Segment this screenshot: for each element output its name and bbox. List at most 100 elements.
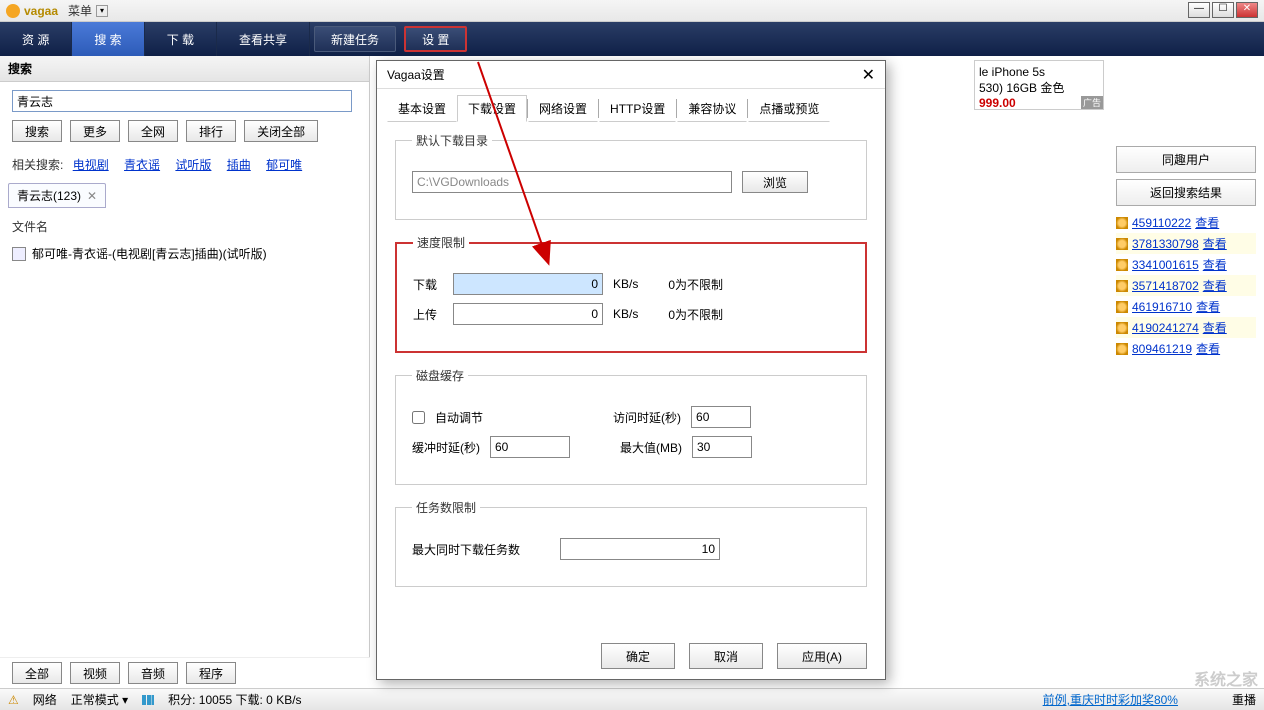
view-link[interactable]: 查看 (1195, 214, 1219, 231)
note-label: 0为不限制 (668, 306, 723, 323)
view-link[interactable]: 查看 (1203, 277, 1227, 294)
watermark: 系统之家 (1194, 666, 1258, 690)
tab-network[interactable]: 网络设置 (528, 95, 598, 122)
shield-icon (1116, 238, 1128, 250)
user-id-link[interactable]: 3781330798 (1132, 237, 1199, 251)
group-label: 速度限制 (413, 234, 469, 251)
view-link[interactable]: 查看 (1196, 340, 1220, 357)
warning-icon: ⚠ (8, 693, 19, 707)
new-task-button[interactable]: 新建任务 (314, 26, 396, 52)
result-tab-label: 青云志(123) (17, 187, 81, 204)
menu-label[interactable]: 菜单 (68, 2, 92, 19)
network-label[interactable]: 网络 (33, 691, 57, 708)
dialog-titlebar: Vagaa设置 ✕ (377, 61, 885, 89)
news-link[interactable]: 前例,重庆时时彩加奖80% (1043, 691, 1178, 708)
shield-icon (1116, 301, 1128, 313)
group-task-limit: 任务数限制 最大同时下载任务数 (395, 499, 867, 587)
search-input[interactable] (12, 90, 352, 112)
user-row: 4190241274 查看 (1116, 317, 1256, 338)
user-row: 459110222 查看 (1116, 212, 1256, 233)
shield-icon (1116, 343, 1128, 355)
closeall-button[interactable]: 关闭全部 (244, 120, 318, 142)
apply-button[interactable]: 应用(A) (777, 643, 867, 669)
filter-all[interactable]: 全部 (12, 662, 62, 684)
reset-link[interactable]: 重播 (1232, 691, 1256, 708)
group-download-dir: 默认下载目录 浏览 (395, 132, 867, 220)
window-controls: — ☐ ✕ (1188, 2, 1258, 18)
mode-label[interactable]: 正常模式 ▾ (71, 691, 128, 708)
tab-http[interactable]: HTTP设置 (599, 95, 676, 122)
max-cache-input[interactable] (692, 436, 752, 458)
filename-header[interactable]: 文件名 (0, 212, 369, 241)
cancel-button[interactable]: 取消 (689, 643, 763, 669)
max-tasks-label: 最大同时下载任务数 (412, 541, 520, 558)
user-row: 3781330798 查看 (1116, 233, 1256, 254)
download-speed-input[interactable] (453, 273, 603, 295)
related-link[interactable]: 青衣谣 (124, 158, 160, 172)
main-nav: 资 源 搜 索 下 载 查看共享 新建任务 设 置 (0, 22, 1264, 56)
settings-button[interactable]: 设 置 (404, 26, 467, 52)
result-row[interactable]: 郁可唯-青衣谣-(电视剧[青云志]插曲)(试听版) (0, 241, 369, 266)
maximize-button[interactable]: ☐ (1212, 2, 1234, 18)
tab-compat[interactable]: 兼容协议 (677, 95, 747, 122)
view-link[interactable]: 查看 (1196, 298, 1220, 315)
related-link[interactable]: 插曲 (227, 158, 251, 172)
dialog-close-icon[interactable]: ✕ (862, 65, 875, 85)
close-tab-icon[interactable]: ✕ (87, 189, 97, 203)
view-link[interactable]: 查看 (1203, 235, 1227, 252)
buffer-delay-label: 缓冲时延(秒) (412, 439, 480, 456)
file-icon (12, 247, 26, 261)
ad-box[interactable]: le iPhone 5s 530) 16GB 金色 999.00 广告 (974, 60, 1104, 110)
view-link[interactable]: 查看 (1203, 256, 1227, 273)
menu-dropdown-icon[interactable]: ▾ (96, 5, 108, 17)
user-id-link[interactable]: 3341001615 (1132, 258, 1199, 272)
user-row: 461916710 查看 (1116, 296, 1256, 317)
browse-button[interactable]: 浏览 (742, 171, 808, 193)
user-id-link[interactable]: 809461219 (1132, 342, 1192, 356)
rank-button[interactable]: 排行 (186, 120, 236, 142)
user-id-link[interactable]: 3571418702 (1132, 279, 1199, 293)
download-dir-input[interactable] (412, 171, 732, 193)
status-bar: ⚠ 网络 正常模式 ▾ 积分: 10055 下载: 0 KB/s 前例,重庆时时… (0, 688, 1264, 710)
tab-preview[interactable]: 点播或预览 (748, 95, 830, 122)
buffer-delay-input[interactable] (490, 436, 570, 458)
user-id-link[interactable]: 459110222 (1132, 216, 1191, 230)
signal-icon (142, 695, 154, 705)
group-label: 默认下载目录 (412, 132, 492, 149)
related-link[interactable]: 郁可唯 (266, 158, 302, 172)
tab-share[interactable]: 查看共享 (217, 22, 310, 56)
result-tab[interactable]: 青云志(123) ✕ (8, 183, 106, 208)
tab-resources[interactable]: 资 源 (0, 22, 72, 56)
access-delay-input[interactable] (691, 406, 751, 428)
filter-audio[interactable]: 音频 (128, 662, 178, 684)
allnet-button[interactable]: 全网 (128, 120, 178, 142)
ad-line: le iPhone 5s (979, 65, 1099, 79)
tab-download-settings[interactable]: 下载设置 (457, 95, 527, 122)
user-id-link[interactable]: 4190241274 (1132, 321, 1199, 335)
similar-users-button[interactable]: 同趣用户 (1116, 146, 1256, 173)
tab-basic[interactable]: 基本设置 (387, 95, 457, 122)
related-link[interactable]: 电视剧 (73, 158, 109, 172)
upload-speed-label: 上传 (413, 306, 443, 323)
auto-adjust-checkbox[interactable] (412, 411, 425, 424)
view-link[interactable]: 查看 (1203, 319, 1227, 336)
max-tasks-input[interactable] (560, 538, 720, 560)
back-results-button[interactable]: 返回搜索结果 (1116, 179, 1256, 206)
upload-speed-input[interactable] (453, 303, 603, 325)
tab-search[interactable]: 搜 索 (72, 22, 144, 56)
minimize-button[interactable]: — (1188, 2, 1210, 18)
filter-program[interactable]: 程序 (186, 662, 236, 684)
tab-download[interactable]: 下 载 (145, 22, 217, 56)
group-label: 任务数限制 (412, 499, 480, 516)
search-header: 搜索 (0, 56, 369, 82)
close-button[interactable]: ✕ (1236, 2, 1258, 18)
user-id-link[interactable]: 461916710 (1132, 300, 1192, 314)
user-row: 3571418702 查看 (1116, 275, 1256, 296)
related-link[interactable]: 试听版 (175, 158, 211, 172)
search-button[interactable]: 搜索 (12, 120, 62, 142)
group-disk-cache: 磁盘缓存 自动调节 访问时延(秒) 缓冲时延(秒) 最大值(MB) (395, 367, 867, 485)
more-button[interactable]: 更多 (70, 120, 120, 142)
max-cache-label: 最大值(MB) (620, 439, 682, 456)
ok-button[interactable]: 确定 (601, 643, 675, 669)
filter-video[interactable]: 视频 (70, 662, 120, 684)
